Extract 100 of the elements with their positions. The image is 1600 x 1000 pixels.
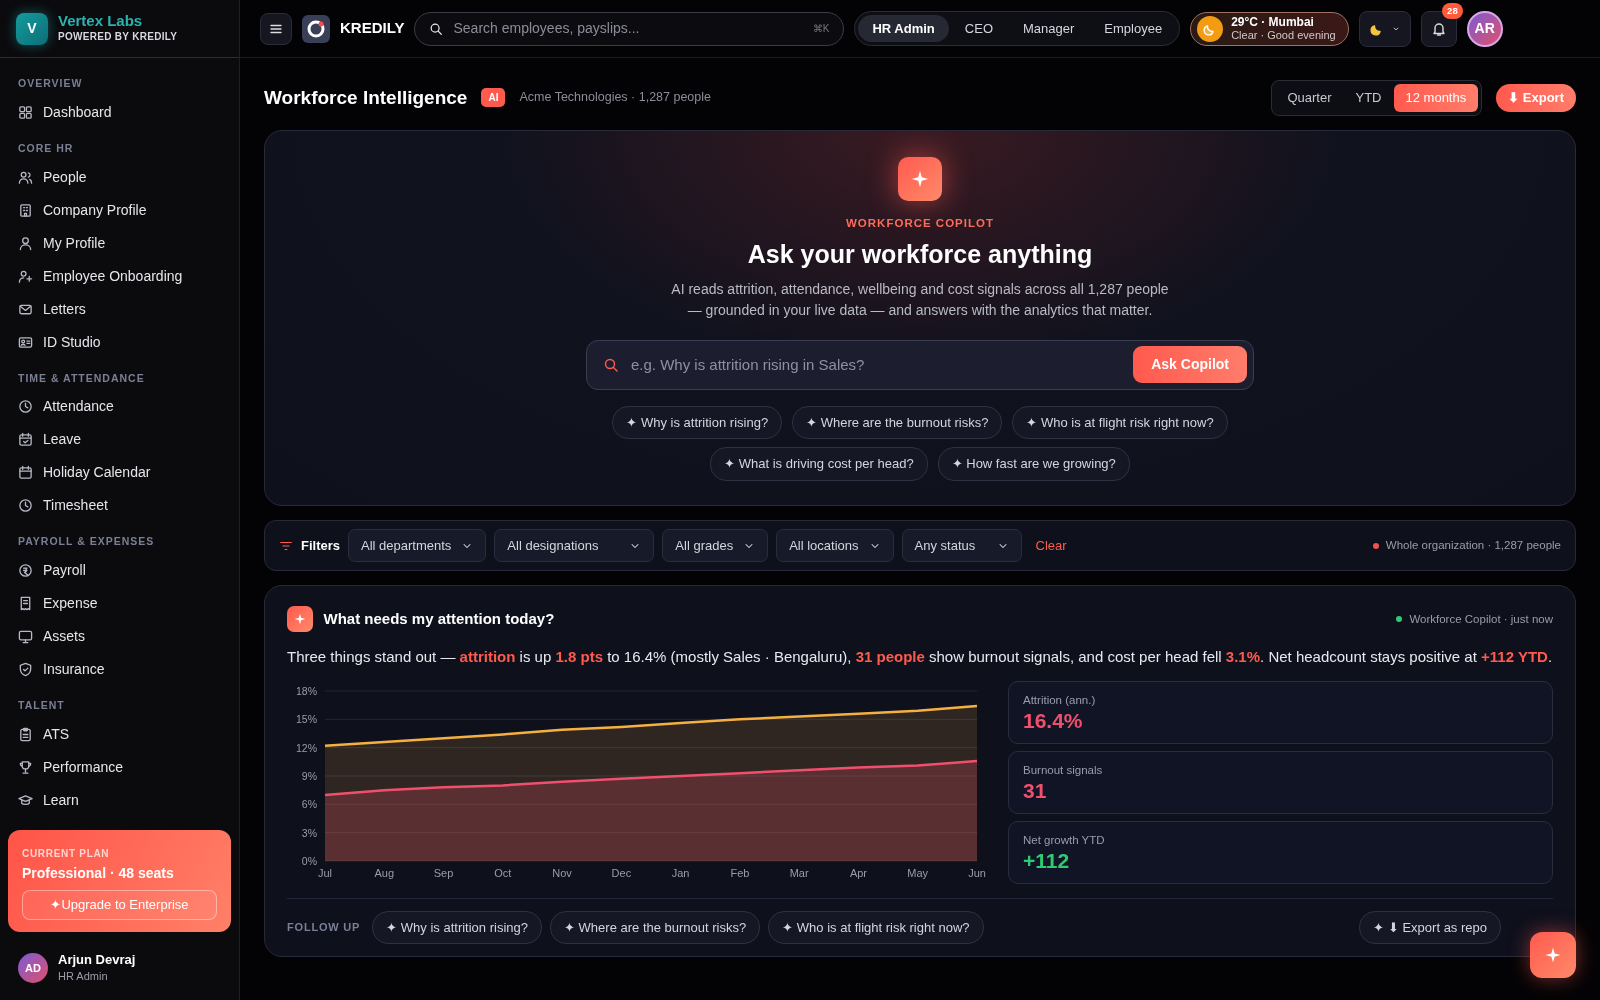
- suggestion-chip[interactable]: ✦ Who is at flight risk right now?: [1012, 405, 1228, 440]
- sidebar-item[interactable]: Performance: [0, 750, 239, 784]
- stat-value: 31: [1023, 779, 1048, 803]
- shield-icon: [18, 662, 33, 677]
- receipt-icon: [18, 596, 33, 611]
- suggestion-chip[interactable]: ✦ How fast are we growing?: [937, 447, 1130, 481]
- filter-dropdown[interactable]: Any status: [901, 528, 1022, 563]
- sidebar-item[interactable]: Expense: [0, 587, 239, 620]
- summary-text: Three things stand out — attrition is up 1.8 pts to 16.4% (mostly Sales · Bengaluru), 31 people show burnout signals, and cost per head fell 3.1%. Net headcount stays positive at +112 YTD.: [287, 647, 1553, 668]
- filters-label: Filters: [301, 536, 340, 555]
- page-title: Workforce Intelligence: [264, 85, 468, 110]
- clock-icon: [18, 498, 33, 514]
- source-label: Workforce Copilot · just now: [1409, 611, 1553, 627]
- scope-label: Whole organization · 1,287 people: [1385, 537, 1561, 553]
- filter-dropdown[interactable]: All locations: [776, 528, 894, 563]
- sidebar-item[interactable]: Learn: [0, 783, 239, 817]
- axis-label: Dec: [611, 866, 632, 879]
- suggestion-chip[interactable]: ✦ Why is attrition rising?: [612, 405, 783, 440]
- stat-value: 16.4%: [1023, 709, 1084, 733]
- sidebar-item[interactable]: ID Studio: [0, 325, 239, 359]
- brand-wordmark: KREDILY: [340, 18, 405, 39]
- filter-dropdown[interactable]: All departments: [348, 528, 487, 563]
- sidebar-item[interactable]: Attendance: [0, 390, 239, 424]
- period-tab[interactable]: Quarter: [1275, 84, 1344, 112]
- export-report-button[interactable]: ✦ ⬇ Export as repo: [1359, 910, 1501, 945]
- suggestion-chip[interactable]: ✦ Where are the burnout risks?: [792, 405, 1003, 440]
- role-tab[interactable]: CEO: [950, 14, 1007, 43]
- axis-label: Feb: [730, 866, 750, 879]
- brand-name: Vertex Labs: [58, 12, 144, 30]
- role-tab[interactable]: Manager: [1009, 14, 1089, 43]
- axis-label: Jan: [671, 866, 690, 879]
- notification-button[interactable]: [1420, 10, 1457, 47]
- sidebar-item[interactable]: Insurance: [0, 653, 239, 686]
- bell-icon: [1430, 20, 1447, 37]
- sidebar-item[interactable]: People: [0, 160, 239, 194]
- calendar-icon: [18, 465, 33, 481]
- section-title: PAYROLL & EXPENSES: [17, 534, 156, 550]
- copilot-description: AI reads attrition, attendance, wellbeing and cost signals across all 1,287 people — grounded in your live data — and answers with the analytics that matter.: [670, 280, 1170, 320]
- ai-tag: AI: [481, 88, 506, 108]
- clear-link[interactable]: Clear: [1029, 534, 1073, 557]
- follow-up-chip[interactable]: ✦ Why is attrition rising?: [372, 910, 542, 945]
- brand-tagline: POWERED BY KREDILY: [58, 30, 178, 45]
- section-title: OVERVIEW: [17, 76, 84, 91]
- sidebar-item[interactable]: Letters: [0, 292, 239, 326]
- search-field[interactable]: Search employees, payslips... ⌘K: [414, 11, 845, 46]
- axis-label: Mar: [789, 866, 809, 879]
- axis-label: 3%: [301, 826, 317, 839]
- ring-logo-icon: [302, 14, 330, 43]
- brand-logo: V: [16, 12, 48, 45]
- clipboard-icon: [18, 726, 33, 742]
- section-title: TIME & ATTENDANCE: [17, 370, 146, 386]
- axis-label: Sep: [433, 866, 454, 879]
- coin-icon: [18, 563, 33, 578]
- sidebar-item[interactable]: Company Profile: [0, 193, 239, 227]
- follow-up-chip[interactable]: ✦ Who is at flight risk right now?: [768, 910, 984, 945]
- stat-label: Burnout signals: [1023, 762, 1104, 778]
- axis-label: Jul: [317, 866, 333, 879]
- search-icon: [603, 356, 619, 373]
- role-tab[interactable]: Employee: [1090, 14, 1177, 43]
- sidebar-item[interactable]: Timesheet: [0, 489, 239, 523]
- grid-icon: [18, 104, 33, 120]
- id-card-icon: [18, 334, 33, 350]
- user-avatar[interactable]: AR: [1466, 10, 1503, 47]
- sidebar-item[interactable]: My Profile: [0, 226, 239, 260]
- monitor-icon: [18, 629, 33, 644]
- sidebar-item[interactable]: Payroll: [0, 554, 239, 587]
- sidebar-item[interactable]: Employee Onboarding: [0, 259, 239, 293]
- follow-up-chip[interactable]: ✦ Where are the burnout risks?: [549, 910, 761, 945]
- axis-label: 15%: [296, 713, 317, 726]
- role-tab[interactable]: HR Admin: [858, 14, 949, 43]
- filter-dropdown[interactable]: All grades: [662, 528, 769, 563]
- ask-field[interactable]: e.g. Why is attrition rising in Sales?: [629, 352, 1124, 378]
- shortcut-hint: ⌘K: [812, 22, 830, 36]
- section-title: CORE HR: [17, 140, 75, 156]
- sparkle-button[interactable]: [1530, 932, 1576, 978]
- period-tab[interactable]: YTD: [1343, 84, 1394, 112]
- stat-label: Net growth YTD: [1023, 832, 1106, 848]
- status-dot: [1396, 616, 1403, 623]
- suggestion-chip[interactable]: ✦ What is driving cost per head?: [710, 447, 928, 481]
- stat-label: Attrition (ann.): [1023, 692, 1097, 708]
- user-role: HR Admin: [58, 968, 109, 984]
- sidebar-item[interactable]: Assets: [0, 620, 239, 653]
- axis-label: Oct: [494, 866, 512, 879]
- attention-title: What needs my attention today?: [323, 609, 555, 630]
- sidebar-item[interactable]: ATS: [0, 717, 239, 751]
- menu-button[interactable]: [260, 12, 292, 45]
- person-icon: [18, 235, 33, 251]
- axis-label: Apr: [849, 866, 867, 879]
- sidebar-item[interactable]: Leave: [0, 423, 239, 457]
- axis-label: Jun: [968, 866, 986, 879]
- axis-label: Aug: [374, 866, 395, 879]
- theme-button[interactable]: [1358, 10, 1411, 47]
- section-title: TALENT: [17, 698, 66, 713]
- filter-dropdown[interactable]: All designations: [494, 528, 655, 563]
- sidebar-item[interactable]: Dashboard: [0, 95, 239, 129]
- sidebar-item[interactable]: Holiday Calendar: [0, 456, 239, 490]
- axis-label: 18%: [296, 684, 317, 697]
- clock-icon: [18, 399, 33, 415]
- search-field[interactable]: Search employees, payslips...: [451, 17, 805, 40]
- plan-caption: CURRENT PLAN: [22, 847, 110, 862]
